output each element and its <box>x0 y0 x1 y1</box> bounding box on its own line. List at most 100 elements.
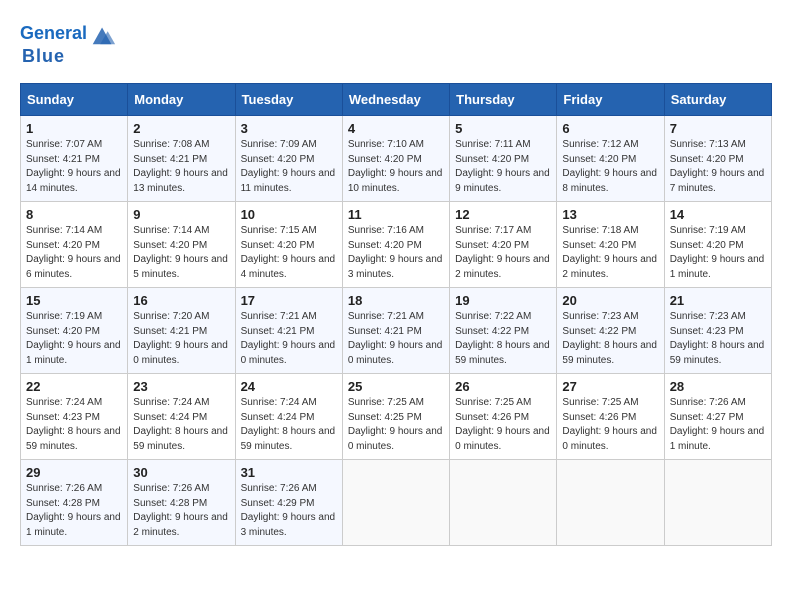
cell-info: Sunrise: 7:18 AMSunset: 4:20 PMDaylight:… <box>562 225 657 280</box>
day-number: 9 <box>133 207 229 222</box>
calendar-cell: 6 Sunrise: 7:12 AMSunset: 4:20 PMDayligh… <box>557 116 664 202</box>
calendar-cell: 28 Sunrise: 7:26 AMSunset: 4:27 PMDaylig… <box>664 374 771 460</box>
day-number: 7 <box>670 121 766 136</box>
cell-info: Sunrise: 7:25 AMSunset: 4:26 PMDaylight:… <box>455 397 550 452</box>
calendar-cell <box>450 460 557 546</box>
calendar-table: SundayMondayTuesdayWednesdayThursdayFrid… <box>20 83 772 546</box>
cell-info: Sunrise: 7:25 AMSunset: 4:25 PMDaylight:… <box>348 397 443 452</box>
calendar-cell: 5 Sunrise: 7:11 AMSunset: 4:20 PMDayligh… <box>450 116 557 202</box>
day-number: 8 <box>26 207 122 222</box>
logo-icon <box>89 20 117 48</box>
cell-info: Sunrise: 7:17 AMSunset: 4:20 PMDaylight:… <box>455 225 550 280</box>
day-number: 23 <box>133 379 229 394</box>
calendar-week-5: 29 Sunrise: 7:26 AMSunset: 4:28 PMDaylig… <box>21 460 772 546</box>
calendar-cell: 12 Sunrise: 7:17 AMSunset: 4:20 PMDaylig… <box>450 202 557 288</box>
calendar-cell: 21 Sunrise: 7:23 AMSunset: 4:23 PMDaylig… <box>664 288 771 374</box>
cell-info: Sunrise: 7:21 AMSunset: 4:21 PMDaylight:… <box>348 311 443 366</box>
cell-info: Sunrise: 7:26 AMSunset: 4:28 PMDaylight:… <box>133 483 228 538</box>
day-number: 17 <box>241 293 337 308</box>
cell-info: Sunrise: 7:26 AMSunset: 4:29 PMDaylight:… <box>241 483 336 538</box>
cell-info: Sunrise: 7:23 AMSunset: 4:22 PMDaylight:… <box>562 311 657 366</box>
day-number: 11 <box>348 207 444 222</box>
day-number: 3 <box>241 121 337 136</box>
cell-info: Sunrise: 7:26 AMSunset: 4:28 PMDaylight:… <box>26 483 121 538</box>
cell-info: Sunrise: 7:20 AMSunset: 4:21 PMDaylight:… <box>133 311 228 366</box>
weekday-header-sunday: Sunday <box>21 84 128 116</box>
calendar-cell: 16 Sunrise: 7:20 AMSunset: 4:21 PMDaylig… <box>128 288 235 374</box>
cell-info: Sunrise: 7:07 AMSunset: 4:21 PMDaylight:… <box>26 139 121 194</box>
calendar-cell: 19 Sunrise: 7:22 AMSunset: 4:22 PMDaylig… <box>450 288 557 374</box>
cell-info: Sunrise: 7:14 AMSunset: 4:20 PMDaylight:… <box>133 225 228 280</box>
weekday-header-friday: Friday <box>557 84 664 116</box>
calendar-cell: 18 Sunrise: 7:21 AMSunset: 4:21 PMDaylig… <box>342 288 449 374</box>
day-number: 16 <box>133 293 229 308</box>
calendar-cell: 8 Sunrise: 7:14 AMSunset: 4:20 PMDayligh… <box>21 202 128 288</box>
cell-info: Sunrise: 7:14 AMSunset: 4:20 PMDaylight:… <box>26 225 121 280</box>
day-number: 6 <box>562 121 658 136</box>
day-number: 31 <box>241 465 337 480</box>
day-number: 1 <box>26 121 122 136</box>
calendar-cell <box>664 460 771 546</box>
calendar-cell: 14 Sunrise: 7:19 AMSunset: 4:20 PMDaylig… <box>664 202 771 288</box>
calendar-cell: 22 Sunrise: 7:24 AMSunset: 4:23 PMDaylig… <box>21 374 128 460</box>
cell-info: Sunrise: 7:22 AMSunset: 4:22 PMDaylight:… <box>455 311 550 366</box>
day-number: 24 <box>241 379 337 394</box>
day-number: 4 <box>348 121 444 136</box>
calendar-cell: 11 Sunrise: 7:16 AMSunset: 4:20 PMDaylig… <box>342 202 449 288</box>
calendar-cell: 10 Sunrise: 7:15 AMSunset: 4:20 PMDaylig… <box>235 202 342 288</box>
calendar-cell: 30 Sunrise: 7:26 AMSunset: 4:28 PMDaylig… <box>128 460 235 546</box>
calendar-cell <box>557 460 664 546</box>
cell-info: Sunrise: 7:12 AMSunset: 4:20 PMDaylight:… <box>562 139 657 194</box>
weekday-header-saturday: Saturday <box>664 84 771 116</box>
cell-info: Sunrise: 7:26 AMSunset: 4:27 PMDaylight:… <box>670 397 765 452</box>
calendar-cell: 13 Sunrise: 7:18 AMSunset: 4:20 PMDaylig… <box>557 202 664 288</box>
day-number: 26 <box>455 379 551 394</box>
cell-info: Sunrise: 7:24 AMSunset: 4:24 PMDaylight:… <box>241 397 336 452</box>
logo: General Blue <box>20 20 117 67</box>
calendar-cell <box>342 460 449 546</box>
day-number: 19 <box>455 293 551 308</box>
calendar-cell: 9 Sunrise: 7:14 AMSunset: 4:20 PMDayligh… <box>128 202 235 288</box>
cell-info: Sunrise: 7:25 AMSunset: 4:26 PMDaylight:… <box>562 397 657 452</box>
weekday-header-tuesday: Tuesday <box>235 84 342 116</box>
logo-tagline: Blue <box>20 46 117 67</box>
cell-info: Sunrise: 7:11 AMSunset: 4:20 PMDaylight:… <box>455 139 550 194</box>
calendar-cell: 4 Sunrise: 7:10 AMSunset: 4:20 PMDayligh… <box>342 116 449 202</box>
calendar-cell: 23 Sunrise: 7:24 AMSunset: 4:24 PMDaylig… <box>128 374 235 460</box>
cell-info: Sunrise: 7:23 AMSunset: 4:23 PMDaylight:… <box>670 311 765 366</box>
cell-info: Sunrise: 7:09 AMSunset: 4:20 PMDaylight:… <box>241 139 336 194</box>
day-number: 27 <box>562 379 658 394</box>
calendar-cell: 31 Sunrise: 7:26 AMSunset: 4:29 PMDaylig… <box>235 460 342 546</box>
cell-info: Sunrise: 7:21 AMSunset: 4:21 PMDaylight:… <box>241 311 336 366</box>
day-number: 13 <box>562 207 658 222</box>
weekday-header-row: SundayMondayTuesdayWednesdayThursdayFrid… <box>21 84 772 116</box>
calendar-cell: 2 Sunrise: 7:08 AMSunset: 4:21 PMDayligh… <box>128 116 235 202</box>
calendar-cell: 20 Sunrise: 7:23 AMSunset: 4:22 PMDaylig… <box>557 288 664 374</box>
day-number: 18 <box>348 293 444 308</box>
day-number: 30 <box>133 465 229 480</box>
weekday-header-wednesday: Wednesday <box>342 84 449 116</box>
day-number: 22 <box>26 379 122 394</box>
day-number: 28 <box>670 379 766 394</box>
cell-info: Sunrise: 7:08 AMSunset: 4:21 PMDaylight:… <box>133 139 228 194</box>
calendar-cell: 29 Sunrise: 7:26 AMSunset: 4:28 PMDaylig… <box>21 460 128 546</box>
calendar-cell: 25 Sunrise: 7:25 AMSunset: 4:25 PMDaylig… <box>342 374 449 460</box>
calendar-cell: 27 Sunrise: 7:25 AMSunset: 4:26 PMDaylig… <box>557 374 664 460</box>
cell-info: Sunrise: 7:19 AMSunset: 4:20 PMDaylight:… <box>670 225 765 280</box>
day-number: 29 <box>26 465 122 480</box>
calendar-cell: 3 Sunrise: 7:09 AMSunset: 4:20 PMDayligh… <box>235 116 342 202</box>
cell-info: Sunrise: 7:10 AMSunset: 4:20 PMDaylight:… <box>348 139 443 194</box>
calendar-cell: 17 Sunrise: 7:21 AMSunset: 4:21 PMDaylig… <box>235 288 342 374</box>
day-number: 2 <box>133 121 229 136</box>
day-number: 5 <box>455 121 551 136</box>
day-number: 10 <box>241 207 337 222</box>
day-number: 21 <box>670 293 766 308</box>
day-number: 15 <box>26 293 122 308</box>
day-number: 25 <box>348 379 444 394</box>
calendar-week-1: 1 Sunrise: 7:07 AMSunset: 4:21 PMDayligh… <box>21 116 772 202</box>
cell-info: Sunrise: 7:15 AMSunset: 4:20 PMDaylight:… <box>241 225 336 280</box>
calendar-cell: 26 Sunrise: 7:25 AMSunset: 4:26 PMDaylig… <box>450 374 557 460</box>
day-number: 12 <box>455 207 551 222</box>
calendar-cell: 7 Sunrise: 7:13 AMSunset: 4:20 PMDayligh… <box>664 116 771 202</box>
calendar-week-2: 8 Sunrise: 7:14 AMSunset: 4:20 PMDayligh… <box>21 202 772 288</box>
